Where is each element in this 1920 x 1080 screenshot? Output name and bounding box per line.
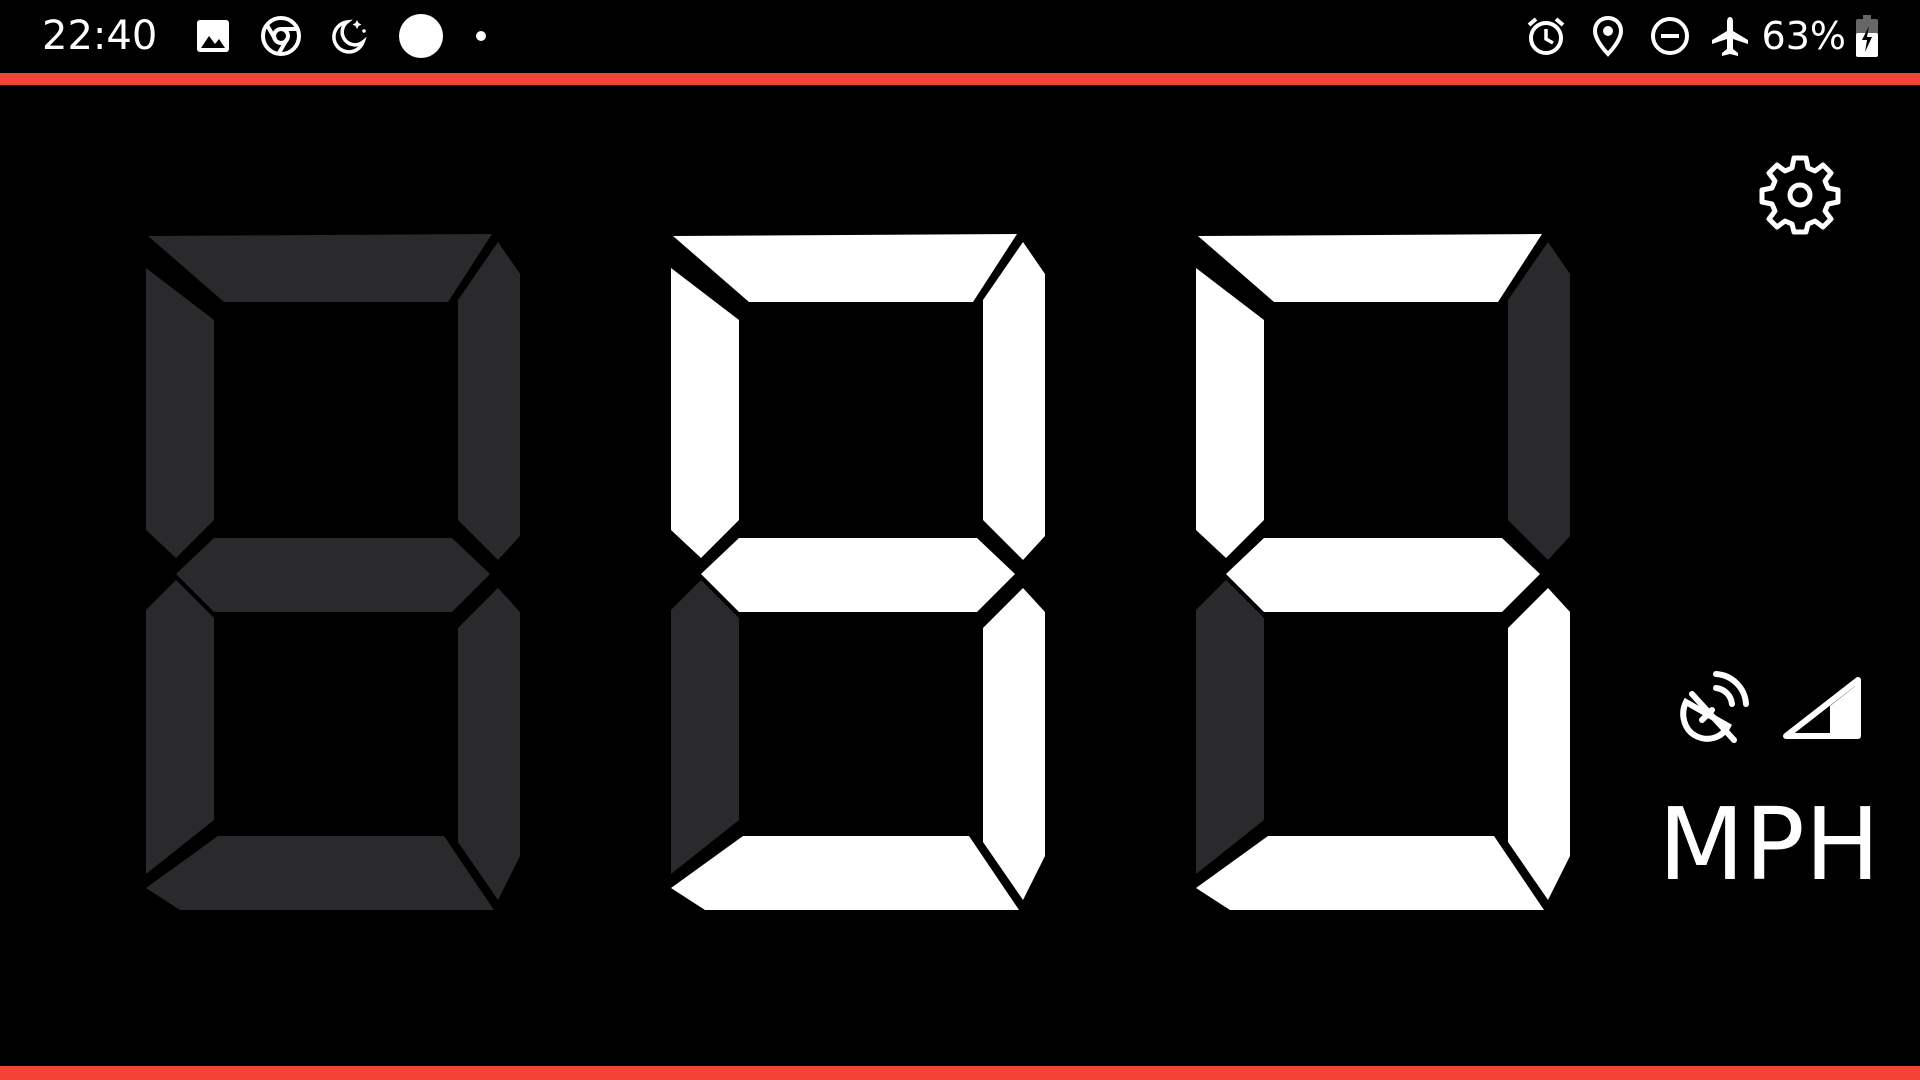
digit-3-segment-g — [1226, 538, 1540, 612]
signal-triangle-icon — [1780, 670, 1868, 750]
digit-1-segment-f — [146, 268, 214, 558]
digit-2-segment-g — [701, 538, 1015, 612]
digit-2-segment-a — [673, 234, 1017, 302]
settings-button[interactable] — [1758, 152, 1842, 236]
speed-digit-2 — [671, 234, 1045, 910]
digit-3-segment-c — [1508, 588, 1570, 900]
digit-3-segment-b — [1508, 242, 1570, 560]
digit-1-segment-g — [176, 538, 490, 612]
digit-2-segment-f — [671, 268, 739, 558]
digit-2-segment-e — [671, 580, 739, 874]
gear-icon — [1759, 155, 1841, 235]
digit-1-segment-d — [146, 836, 494, 910]
speed-digit-1 — [146, 234, 520, 910]
digit-1-segment-e — [146, 580, 214, 874]
digit-2-segment-c — [983, 588, 1045, 900]
speed-unit-label[interactable]: MPH — [1640, 790, 1880, 900]
digit-1-segment-b — [458, 242, 520, 560]
digit-2-segment-b — [983, 242, 1045, 560]
accent-bar-bottom — [0, 1066, 1920, 1080]
digit-3-segment-a — [1198, 234, 1542, 302]
speed-display — [0, 0, 1920, 1080]
digit-3-segment-e — [1196, 580, 1264, 874]
satellite-dish-off-icon — [1672, 668, 1752, 748]
digit-3-segment-f — [1196, 268, 1264, 558]
digit-2-segment-d — [671, 836, 1019, 910]
speed-digit-3 — [1196, 234, 1570, 910]
speedometer-screen: 22:40 63% MPH — [0, 0, 1920, 1080]
digit-1-segment-a — [148, 234, 492, 302]
digit-1-segment-c — [458, 588, 520, 900]
digit-3-segment-d — [1196, 836, 1544, 910]
